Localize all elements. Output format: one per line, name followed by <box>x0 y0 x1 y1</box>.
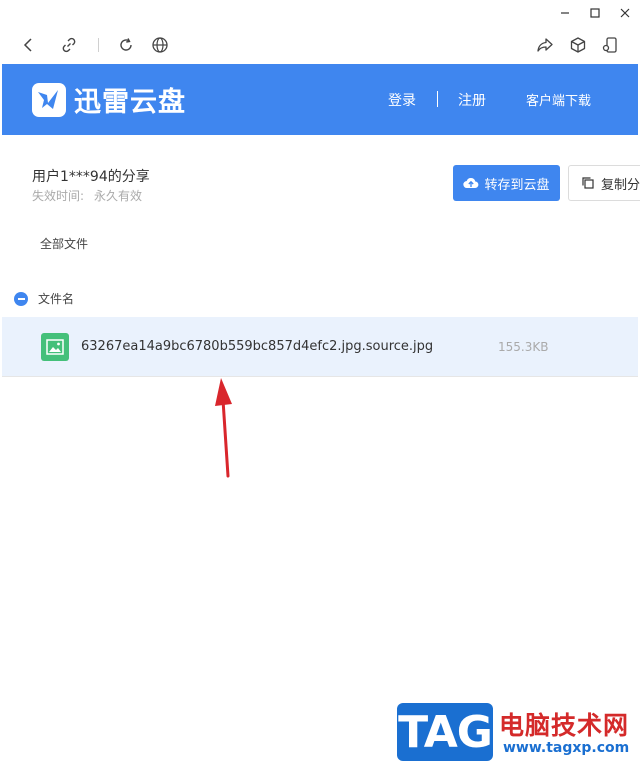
window-controls <box>550 0 640 26</box>
image-file-icon <box>41 333 69 361</box>
copy-share-button[interactable]: 复制分 <box>568 165 640 201</box>
watermark-tag-logo: TAG <box>397 703 493 761</box>
copy-icon <box>582 177 594 189</box>
save-to-cloud-button[interactable]: 转存到云盘 <box>453 165 560 201</box>
brand-logo[interactable]: 迅雷云盘 <box>32 80 186 119</box>
device-icon <box>602 37 617 53</box>
nav-separator <box>98 38 99 52</box>
login-link[interactable]: 登录 <box>388 90 416 110</box>
close-button[interactable] <box>610 0 640 26</box>
select-all-checkbox[interactable] <box>14 291 28 306</box>
maximize-icon <box>590 8 600 18</box>
minimize-button[interactable] <box>550 0 580 26</box>
expire-label: 失效时间: <box>32 189 85 203</box>
breadcrumb-all-files[interactable]: 全部文件 <box>40 235 88 252</box>
refresh-button[interactable] <box>115 34 137 56</box>
globe-icon <box>152 37 168 53</box>
file-name: 63267ea14a9bc6780b559bc857d4efc2.jpg.sou… <box>81 339 434 354</box>
extension-button[interactable] <box>567 34 589 56</box>
cube-icon <box>570 37 586 53</box>
brand-name: 迅雷云盘 <box>74 87 186 118</box>
maximize-button[interactable] <box>580 0 610 26</box>
cloud-upload-icon <box>463 178 479 189</box>
annotation-arrow-icon <box>215 378 232 478</box>
watermark-url: www.tagxp.com <box>503 740 630 756</box>
copy-link-button[interactable] <box>58 34 80 56</box>
register-link[interactable]: 注册 <box>458 90 486 110</box>
share-expire: 失效时间: 永久有效 <box>32 187 142 204</box>
link-icon <box>62 37 76 53</box>
close-icon <box>620 8 630 18</box>
file-size: 155.3KB <box>498 340 549 354</box>
header-divider <box>437 91 438 107</box>
table-row[interactable]: 63267ea14a9bc6780b559bc857d4efc2.jpg.sou… <box>2 317 638 377</box>
copy-share-label: 复制分 <box>601 177 640 193</box>
chevron-left-icon <box>23 38 32 52</box>
column-filename: 文件名 <box>38 292 75 306</box>
refresh-icon <box>120 38 132 51</box>
watermark-site-name: 电脑技术网 <box>499 711 630 740</box>
device-button[interactable] <box>599 34 621 56</box>
share-title: 用户1***94的分享 <box>32 169 150 185</box>
file-list-header: 文件名 <box>14 290 74 307</box>
minimize-icon <box>561 12 569 14</box>
minus-icon <box>17 297 25 300</box>
share-arrow-icon <box>537 38 553 52</box>
watermark: TAG 电脑技术网 www.tagxp.com <box>397 703 637 761</box>
nav-bar <box>0 26 640 64</box>
thunder-bird-icon <box>32 82 66 117</box>
site-header: 迅雷云盘 登录 注册 客户端下载 <box>2 64 638 135</box>
back-button[interactable] <box>18 34 40 56</box>
browser-open-button[interactable] <box>149 34 171 56</box>
download-client-link[interactable]: 客户端下载 <box>526 90 591 109</box>
share-button[interactable] <box>534 34 556 56</box>
expire-value: 永久有效 <box>94 189 143 203</box>
save-to-cloud-label: 转存到云盘 <box>484 177 550 193</box>
